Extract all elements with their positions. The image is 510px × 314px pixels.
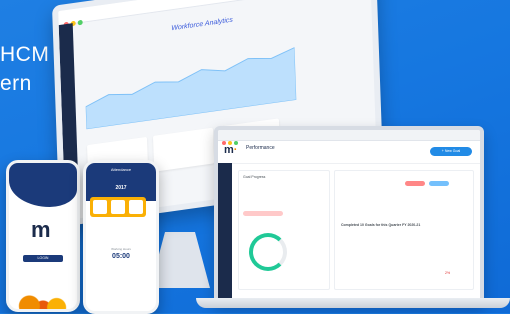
section-label: Goal Progress (243, 175, 266, 179)
laptop-header: m· Performance + New Goal (218, 141, 480, 164)
new-goal-button[interactable]: + New Goal (430, 147, 472, 156)
year-label[interactable]: 2017 (86, 185, 156, 191)
kpi-value: 2% (445, 271, 451, 275)
laptop-sidebar (218, 163, 232, 298)
stat-card[interactable] (152, 127, 215, 172)
progress-donut (249, 233, 287, 271)
working-time: 05:00 (112, 253, 130, 260)
hero-line-1: HCM (0, 43, 50, 66)
login-button[interactable]: LOGIN (23, 255, 63, 262)
hero-heading: HCM ern (0, 40, 49, 98)
right-panel: Completed 10 Goals for this Quarter FY 2… (334, 170, 474, 290)
attendance-header: Attendance 2017 (86, 163, 156, 201)
header-wave (9, 163, 77, 207)
laptop-screen: m· Performance + New Goal Goal Progress … (214, 126, 484, 304)
laptop-window-bar (218, 130, 480, 145)
hero-line-2: ern (0, 72, 32, 95)
phone-login-screen: m LOGIN (6, 160, 80, 312)
goal-title[interactable]: Completed 10 Goals for this Quarter FY 2… (341, 223, 420, 227)
desktop-area-chart (85, 46, 297, 130)
time-label: Working Hours (111, 247, 131, 251)
progress-pill (243, 211, 283, 216)
monitor-stand (150, 232, 210, 288)
module-title: Performance (246, 145, 275, 151)
laptop-base (196, 298, 510, 308)
summary-card-strip (90, 197, 146, 217)
summary-card[interactable] (93, 200, 107, 214)
status-badge (405, 181, 425, 186)
logo-letter: m (224, 144, 234, 156)
phone-attendance-screen: Attendance 2017 Working Hours 05:00 (83, 160, 159, 314)
flower-illustration (9, 279, 77, 309)
maximize-dot-icon[interactable] (77, 19, 83, 26)
left-panel: Goal Progress (238, 170, 330, 290)
app-logo[interactable]: m· (224, 144, 237, 156)
summary-card[interactable] (111, 200, 125, 214)
summary-card[interactable] (129, 200, 143, 214)
desktop-app-title: Workforce Analytics (171, 16, 233, 33)
app-logo: m (31, 217, 51, 242)
status-badge (429, 181, 449, 186)
screen-title: Attendance (110, 167, 132, 172)
